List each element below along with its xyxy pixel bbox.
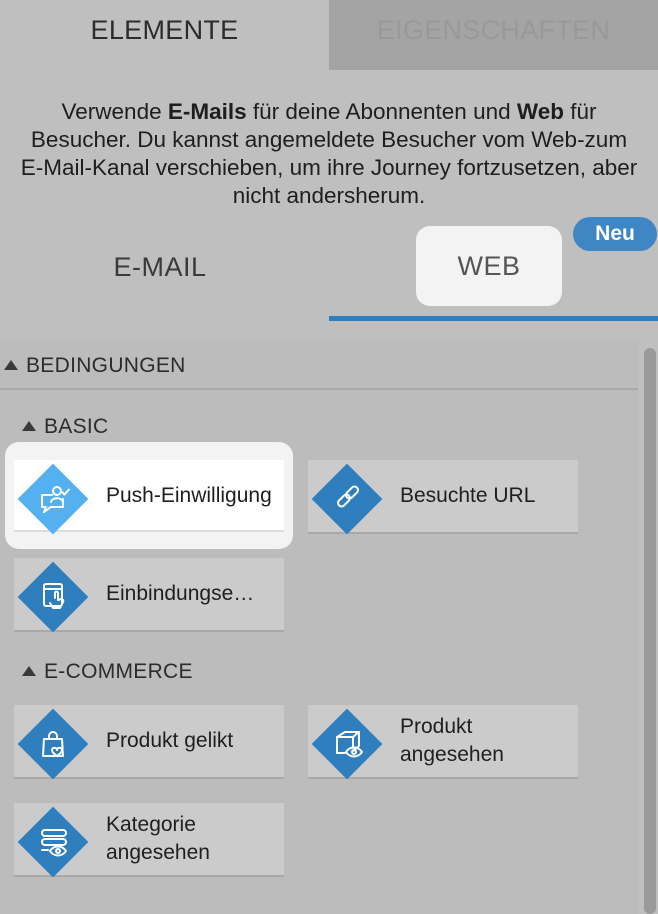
collapse-triangle-icon xyxy=(22,666,36,676)
condition-label: Produkt gelikt xyxy=(106,729,234,752)
condition-label: Kategorie angesehen xyxy=(106,813,210,864)
description-bold-email: E-Mails xyxy=(167,99,247,124)
group-header-label: E-COMMERCE xyxy=(44,660,193,683)
tab-properties[interactable]: EIGENSCHAFTEN xyxy=(329,0,658,70)
push-consent-icon xyxy=(41,486,70,513)
condition-label: Produkt angesehen xyxy=(400,715,504,766)
scrollbar[interactable] xyxy=(644,348,656,914)
active-tab-indicator xyxy=(329,316,658,321)
channel-tab-email[interactable]: E-MAIL xyxy=(0,228,320,306)
condition-card-category-viewed[interactable]: Kategorie angesehen xyxy=(14,803,284,878)
condition-card-product-liked[interactable]: Produkt gelikt xyxy=(14,705,284,780)
condition-card-visited-url[interactable]: Besuchte URL xyxy=(308,460,578,535)
channel-description: Verwende E-Mails für deine Abonnenten un… xyxy=(20,98,638,210)
description-text: Verwende xyxy=(61,99,168,124)
channel-tab-web[interactable]: WEB xyxy=(416,226,562,306)
list-eye-icon xyxy=(41,829,67,857)
description-bold-web: Web xyxy=(516,99,564,124)
condition-card-engagement[interactable]: Einbindungse… xyxy=(14,558,284,633)
link-icon xyxy=(337,485,359,508)
new-badge: Neu xyxy=(573,217,657,251)
condition-label: Einbindungse… xyxy=(106,582,255,605)
condition-label: Push-Einwilligung xyxy=(106,484,272,507)
section-header-label: BEDINGUNGEN xyxy=(26,354,186,377)
section-header-conditions[interactable]: BEDINGUNGEN xyxy=(0,344,638,390)
collapse-triangle-icon xyxy=(4,360,18,370)
group-header-ecommerce[interactable]: E-COMMERCE xyxy=(22,657,193,687)
group-header-label: BASIC xyxy=(44,415,109,438)
group-header-basic[interactable]: BASIC xyxy=(22,412,109,442)
condition-label: Besuchte URL xyxy=(400,484,536,507)
description-text: für deine Abonnenten und xyxy=(246,99,517,124)
collapse-triangle-icon xyxy=(22,421,36,431)
box-eye-icon xyxy=(336,731,363,758)
condition-icon-badge xyxy=(17,708,89,780)
condition-icon-badge xyxy=(17,561,89,633)
condition-icon-badge xyxy=(17,463,89,535)
tab-elements[interactable]: ELEMENTE xyxy=(0,0,329,70)
top-tab-bar: ELEMENTE EIGENSCHAFTEN xyxy=(0,0,658,70)
condition-card-push-consent[interactable]: Push-Einwilligung xyxy=(14,460,284,535)
condition-icon-badge xyxy=(17,806,89,878)
elements-panel: ELEMENTE EIGENSCHAFTEN Verwende E-Mails … xyxy=(0,0,658,914)
condition-icon-badge xyxy=(311,463,383,535)
bag-heart-icon xyxy=(42,731,64,757)
condition-icon-badge xyxy=(311,708,383,780)
condition-card-product-viewed[interactable]: Produkt angesehen xyxy=(308,705,578,780)
touch-interaction-icon xyxy=(43,583,65,609)
